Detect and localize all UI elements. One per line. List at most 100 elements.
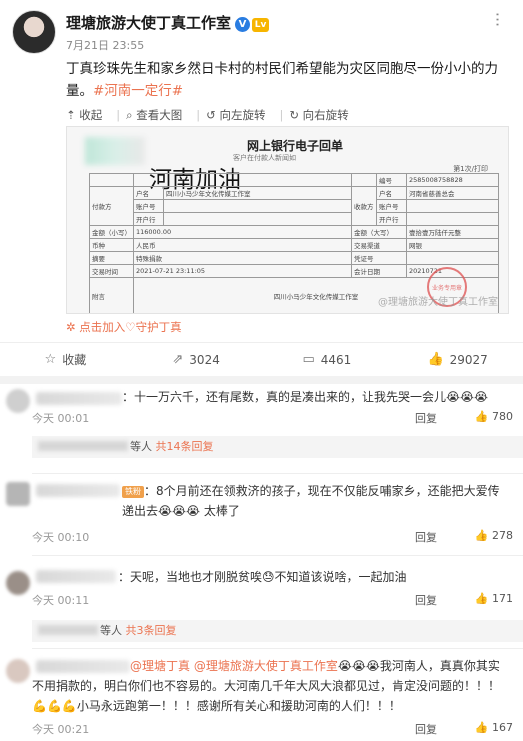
commenter-avatar[interactable] — [6, 482, 30, 506]
view-large-button[interactable]: ⌕ 查看大图 — [126, 107, 182, 123]
payee-bank-label: 开户行 — [375, 212, 407, 226]
post-time: 7月21日 23:55 — [66, 39, 145, 52]
mention-link[interactable]: @理塘旅游大使丁真工作室 — [194, 659, 338, 673]
rotate-right-icon: ↻ — [289, 108, 303, 122]
memo-label: 附言 — [89, 277, 134, 313]
comment-button[interactable]: ▭ 4461 — [262, 343, 393, 376]
more-options-icon[interactable]: ··· — [488, 12, 507, 27]
rotate-left-label: 向左旋转 — [219, 108, 266, 122]
rotate-left-button[interactable]: ↺ 向左旋转 — [206, 107, 265, 123]
comment-time: 今天 00:21 — [32, 723, 90, 736]
rotate-right-button[interactable]: ↻ 向右旋转 — [289, 107, 348, 123]
purpose: 特殊捐款 — [133, 251, 352, 265]
payer-name-label: 户名 — [133, 186, 164, 200]
author-avatar[interactable] — [12, 10, 56, 54]
like-count: 29027 — [449, 352, 488, 367]
serial-label: 编号 — [375, 173, 407, 187]
comment-like-count: 167 — [492, 721, 513, 734]
favorite-label: 收藏 — [62, 353, 87, 367]
payee-name: 河南省慈善总会 — [405, 186, 500, 200]
acct-date-label: 会计日期 — [350, 264, 407, 278]
repost-icon: ⇗ — [172, 352, 184, 367]
amount-small-label: 金额（小写） — [89, 225, 134, 239]
repost-count: 3024 — [189, 352, 220, 367]
comment-like-button[interactable]: 👍 167 — [453, 721, 513, 734]
more-replies-link[interactable]: 等人 共3条回复 — [32, 620, 523, 642]
collapse-icon: ⇡ — [66, 108, 80, 122]
collapse-button[interactable]: ⇡ 收起 — [66, 107, 102, 123]
comment-like-button[interactable]: 👍 278 — [453, 529, 513, 542]
more-replies-prefix: 等人 — [100, 624, 122, 637]
blurred-bank-logo — [85, 137, 145, 165]
payer-name: 四川小马少年文化传媒工作室 — [163, 186, 352, 200]
author-name[interactable]: 理塘旅游大使丁真工作室 V Lv — [66, 12, 270, 33]
commenter-avatar[interactable] — [6, 389, 30, 413]
thumbs-up-icon: 👍 — [474, 592, 492, 605]
reply-button[interactable]: 回复 — [415, 529, 437, 545]
more-replies-count: 共14条回复 — [155, 440, 214, 453]
reply-button[interactable]: 回复 — [415, 721, 437, 737]
commenter-name[interactable] — [36, 392, 122, 405]
commenter-name[interactable] — [36, 484, 120, 497]
thumbs-up-icon: 👍 — [474, 410, 492, 423]
star-icon: ☆ — [44, 352, 57, 367]
payer-label: 付款方 — [89, 186, 134, 226]
favorite-button[interactable]: ☆ 收藏 — [0, 343, 131, 376]
verified-icon: V — [235, 17, 251, 32]
magnify-icon: ⌕ — [126, 108, 137, 122]
comment-like-count: 171 — [492, 592, 513, 605]
comment-time: 今天 00:01 — [32, 412, 90, 425]
post-text: 丁真珍珠先生和家乡然日卡村的村民们希望能为灾区同胞尽一份小小的力量。#河南一定行… — [66, 58, 511, 102]
repost-button[interactable]: ⇗ 3024 — [131, 343, 262, 376]
comment-like-button[interactable]: 👍 171 — [453, 592, 513, 605]
rotate-left-icon: ↺ — [206, 108, 220, 122]
comment-time: 今天 00:11 — [32, 594, 90, 607]
reply-names-blur — [38, 441, 128, 451]
comment-time: 今天 00:10 — [32, 531, 90, 544]
comment-body: ：8个月前还在领救济的孩子，现在不仅能反哺家乡，还能把大爱传递出去😭😭😭 太棒了 — [122, 484, 500, 518]
receipt-subtitle: 客户在付款人新闻如 — [233, 154, 296, 162]
collapse-label: 收起 — [79, 108, 103, 122]
comment-like-count: 780 — [492, 410, 513, 423]
amount-small: 116000.00 — [133, 225, 352, 239]
rotate-right-label: 向右旋转 — [302, 108, 349, 122]
comment-count: 4461 — [320, 352, 352, 367]
commenter-name[interactable] — [36, 570, 116, 583]
comment-divider — [32, 648, 523, 649]
comment-text: @理塘丁真 @理塘旅游大使丁真工作室😭😭😭我河南人，真真你其实不用捐款的，明白你… — [32, 656, 509, 716]
more-replies-count: 共3条回复 — [125, 624, 177, 637]
commenter-avatar[interactable] — [6, 659, 30, 683]
more-replies-prefix: 等人 — [130, 440, 152, 453]
comment-divider — [32, 555, 523, 556]
comment-text: ：十一万六千，还有尾数，真的是凑出来的，让我先哭一会儿😭😭😭 — [122, 390, 489, 404]
receipt-title: 网上银行电子回单 — [247, 139, 344, 153]
section-gap — [0, 376, 523, 384]
join-guard-link[interactable]: ✲ 点击加入♡守护丁真 — [66, 319, 182, 335]
mention-link[interactable]: @理塘丁真 — [130, 659, 190, 673]
more-replies-link[interactable]: 等人 共14条回复 — [32, 436, 523, 458]
receipt-image[interactable]: 网上银行电子回单 客户在付款人新闻如 河南加油 第1次/打印 编号 258500… — [66, 126, 509, 314]
comment-like-button[interactable]: 👍 780 — [453, 410, 513, 423]
payer-account-label: 账户号 — [133, 199, 164, 213]
purpose-label: 摘要 — [89, 251, 134, 265]
reply-names-blur — [38, 625, 98, 635]
trade-time: 2021-07-21 23:11:05 — [133, 264, 352, 278]
hashtag-link[interactable]: #河南一定行# — [93, 83, 183, 99]
post-header: 理塘旅游大使丁真工作室 V Lv 7月21日 23:55 ··· — [0, 0, 523, 56]
view-large-label: 查看大图 — [136, 108, 183, 122]
reply-button[interactable]: 回复 — [415, 592, 437, 608]
thumbs-up-icon: 👍 — [474, 529, 492, 542]
image-watermark: @理塘旅游大使丁真工作室 — [378, 297, 498, 308]
amount-big: 壹拾壹万陆仟元整 — [405, 225, 500, 239]
amount-big-label: 金额（大写） — [350, 225, 407, 239]
commenter-avatar[interactable] — [6, 571, 30, 595]
post-action-bar: ☆ 收藏 ⇗ 3024 ▭ 4461 👍 29027 — [0, 342, 523, 376]
reply-button[interactable]: 回复 — [415, 410, 437, 426]
thumbs-up-icon: 👍 — [427, 352, 444, 367]
trade-channel-label: 交易渠道 — [350, 238, 407, 252]
comment-text: ：天呢，当地也才刚脱贫唉😓不知道该说啥，一起加油 — [118, 570, 407, 584]
comment-icon: ▭ — [302, 352, 315, 367]
author-name-text[interactable]: 理塘旅游大使丁真工作室 — [66, 14, 231, 32]
join-guard-label: 点击加入♡守护丁真 — [79, 320, 182, 334]
like-button[interactable]: 👍 29027 — [392, 343, 523, 376]
